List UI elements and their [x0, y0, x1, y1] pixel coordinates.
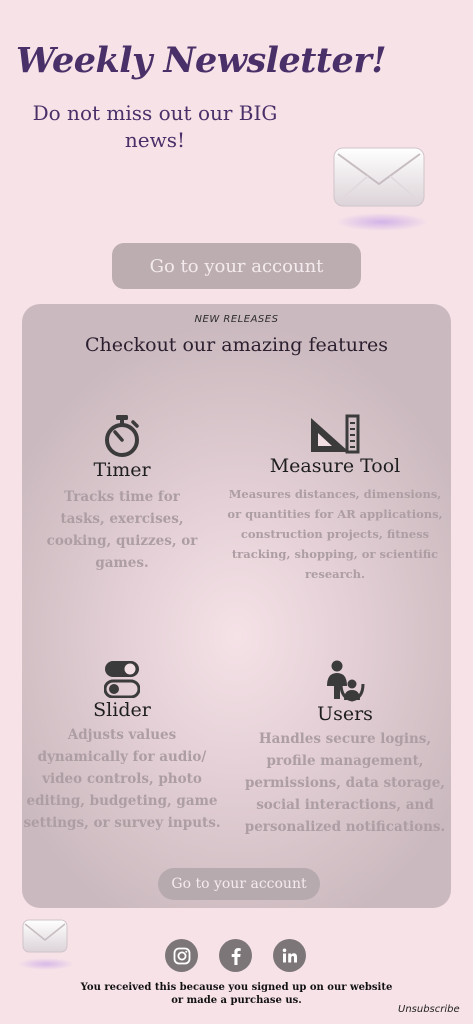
go-to-account-button-secondary[interactable]: Go to your account	[158, 868, 320, 900]
feature-description: Handles secure logins, profile managemen…	[244, 731, 446, 835]
feature-timer: Timer Tracks time for tasks, exercises, …	[42, 414, 202, 574]
facebook-link[interactable]	[219, 939, 252, 972]
linkedin-icon	[282, 948, 297, 962]
page-title: Weekly Newsletter!	[16, 40, 387, 81]
feature-users: Users Handles secure logins, profile man…	[240, 660, 450, 838]
feature-title: Slider	[93, 699, 151, 721]
footer-note: You received this because you signed up …	[80, 982, 393, 1006]
feature-measure-tool: Measure Tool Measures distances, dimensi…	[224, 414, 446, 584]
features-card: NEW RELEASES Checkout our amazing featur…	[22, 304, 451, 908]
envelope-icon	[333, 147, 428, 231]
feature-description: Tracks time for tasks, exercises, cookin…	[46, 489, 198, 571]
instagram-link[interactable]	[165, 939, 198, 972]
instagram-icon	[173, 947, 190, 964]
ruler-triangle-icon	[311, 414, 360, 454]
stopwatch-icon	[105, 415, 139, 457]
envelope-icon	[18, 919, 74, 970]
feature-title: Users	[317, 703, 373, 725]
go-to-account-button[interactable]: Go to your account	[112, 243, 361, 289]
unsubscribe-link[interactable]: Unsubscribe	[398, 1004, 460, 1015]
feature-slider: Slider Adjusts values dynamically for au…	[22, 660, 222, 834]
page-subtitle: Do not miss out our BIG news!	[32, 101, 278, 152]
facebook-icon	[231, 947, 241, 965]
section-heading: Checkout our amazing features	[84, 334, 389, 356]
feature-title: Measure Tool	[269, 455, 401, 477]
feature-description: Measures distances, dimensions, or quant…	[227, 487, 443, 581]
toggle-icon	[104, 661, 140, 698]
feature-title: Timer	[93, 459, 151, 481]
linkedin-link[interactable]	[273, 939, 306, 972]
feature-description: Adjusts values dynamically for audio/ vi…	[23, 727, 221, 831]
users-icon	[327, 660, 365, 702]
newsletter-page: Weekly Newsletter! Do not miss out our B…	[0, 0, 473, 1024]
section-eyebrow: NEW RELEASES	[194, 314, 279, 325]
